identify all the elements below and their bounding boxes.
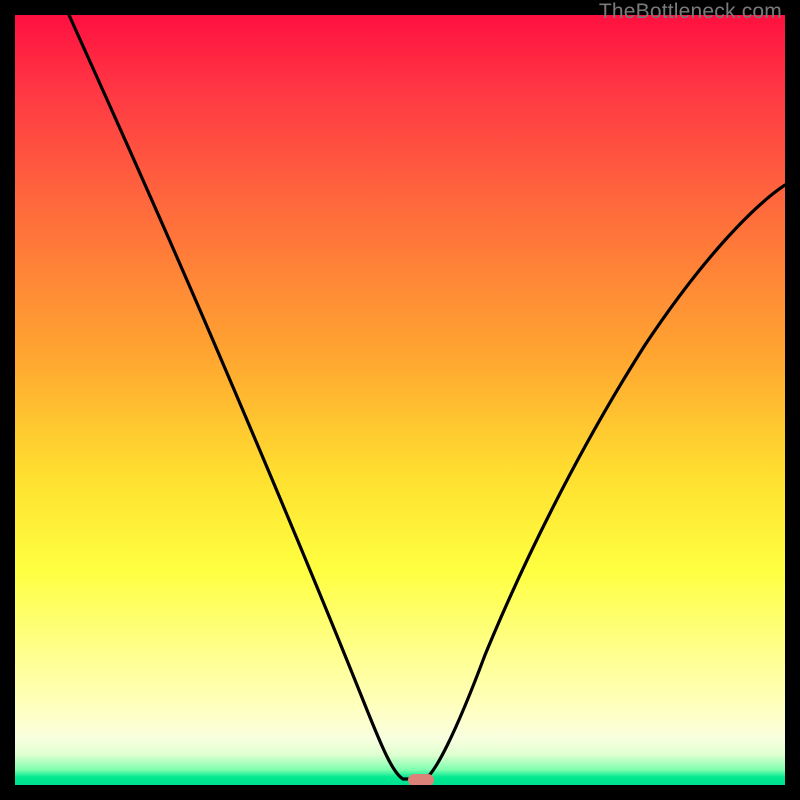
curve-path xyxy=(69,15,785,779)
plot-area xyxy=(15,15,785,785)
watermark-text: TheBottleneck.com xyxy=(599,0,782,24)
optimum-marker xyxy=(408,774,434,785)
bottleneck-curve xyxy=(15,15,785,785)
chart-frame: TheBottleneck.com xyxy=(0,0,800,800)
